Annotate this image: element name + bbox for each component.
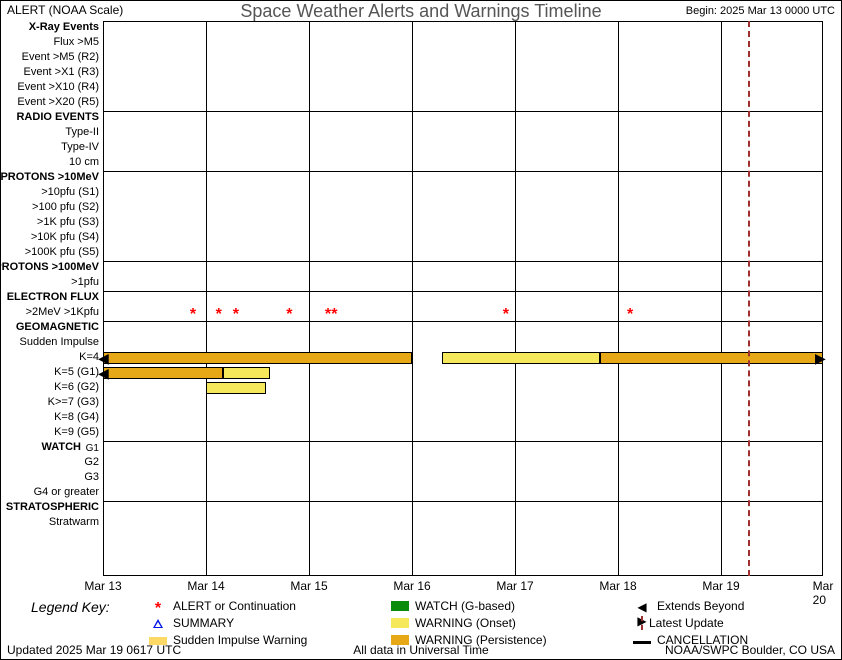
row-label: RADIO EVENTS — [16, 111, 99, 123]
header: ALERT (NOAA Scale) Space Weather Alerts … — [1, 3, 841, 21]
day-gridline — [515, 21, 516, 576]
footer-right: NOAA/SWPC Boulder, CO USA — [665, 643, 835, 657]
chart-title: Space Weather Alerts and Warnings Timeli… — [240, 1, 601, 22]
row-label: K>=7 (G3) — [48, 396, 99, 408]
warning-bar — [206, 382, 266, 394]
legend-item: *ALERT or Continuation — [149, 599, 296, 613]
row-label: Type-II — [65, 126, 99, 138]
legend-item: Latest Update — [633, 616, 724, 630]
warning-bar — [600, 352, 823, 364]
alert-icon: * — [627, 307, 633, 323]
alert-icon: * — [216, 307, 222, 323]
section-divider — [103, 321, 823, 322]
day-gridline — [618, 21, 619, 576]
row-label: Event >M5 (R2) — [22, 51, 99, 63]
row-label: >1pfu — [71, 276, 99, 288]
row-label: Event >X1 (R3) — [23, 66, 99, 78]
row-label: 10 cm — [69, 156, 99, 168]
legend-label: WARNING (Onset) — [415, 616, 516, 630]
row-label: G1 — [86, 443, 99, 454]
row-label: Sudden Impulse — [20, 336, 100, 348]
row-label: WATCH — [41, 441, 81, 453]
day-gridline — [721, 21, 722, 576]
alert-icon: * — [286, 307, 292, 323]
extends-right-icon: ▶ — [815, 351, 826, 365]
row-label: X-Ray Events — [29, 21, 99, 33]
row-label: G3 — [84, 471, 99, 483]
alert-icon: * — [233, 307, 239, 323]
alert-scale-label: ALERT (NOAA Scale) — [7, 3, 123, 17]
footer-updated: Updated 2025 Mar 19 0617 UTC — [7, 643, 181, 657]
row-label: >1K pfu (S3) — [37, 216, 99, 228]
alert-icon: * — [190, 307, 196, 323]
row-label: Flux >M5 — [53, 36, 99, 48]
x-tick-label: Mar 18 — [599, 579, 636, 593]
legend-item: ◀ ▶Extends Beyond — [633, 599, 744, 613]
warning-bar — [103, 367, 223, 379]
warning-bar — [442, 352, 601, 364]
row-label: G2 — [84, 456, 99, 468]
x-tick-label: Mar 17 — [496, 579, 533, 593]
day-gridline — [309, 21, 310, 576]
section-divider — [103, 111, 823, 112]
warning-bar — [223, 367, 270, 379]
extends-left-icon: ◀ — [98, 351, 109, 365]
row-label: Type-IV — [61, 141, 99, 153]
begin-label: Begin: 2025 Mar 13 0000 UTC — [686, 5, 835, 17]
legend-label: Sudden Impulse Warning — [173, 633, 307, 647]
x-tick-label: Mar 20 — [813, 579, 834, 607]
row-label: >100 pfu (S2) — [32, 201, 99, 213]
row-label: K=4 — [79, 351, 99, 363]
x-tick-label: Mar 19 — [702, 579, 739, 593]
row-label: K=6 (G2) — [54, 381, 99, 393]
section-divider — [103, 261, 823, 262]
day-gridline — [206, 21, 207, 576]
section-divider — [103, 291, 823, 292]
row-label: G4 or greater — [34, 486, 99, 498]
row-label: >10pfu (S1) — [41, 186, 99, 198]
row-label: Event >X10 (R4) — [17, 81, 99, 93]
legend-item: SUMMARY — [149, 616, 234, 630]
day-gridline — [412, 21, 413, 576]
plot-area — [103, 21, 823, 576]
legend-label: ALERT or Continuation — [173, 599, 296, 613]
warning-bar — [103, 352, 412, 364]
row-label: K=5 (G1) — [54, 366, 99, 378]
row-label: PROTONS >10MeV — [0, 171, 99, 183]
chart-container: ALERT (NOAA Scale) Space Weather Alerts … — [0, 0, 842, 660]
legend-label: Latest Update — [649, 616, 724, 630]
row-label: K=8 (G4) — [54, 411, 99, 423]
row-label: Stratwarm — [49, 516, 99, 528]
alert-icon: * — [503, 307, 509, 323]
x-tick-label: Mar 14 — [187, 579, 224, 593]
row-label: >10K pfu (S4) — [31, 231, 99, 243]
legend-label: SUMMARY — [173, 616, 234, 630]
row-label: >100K pfu (S5) — [25, 246, 99, 258]
extends-left-icon: ◀ — [98, 366, 109, 380]
legend-label: Extends Beyond — [657, 599, 744, 613]
row-label: >2MeV >1Kpfu — [26, 306, 99, 318]
row-label: GEOMAGNETIC — [16, 321, 99, 333]
row-label: STRATOSPHERIC — [6, 501, 99, 513]
latest-update-line — [748, 21, 750, 576]
x-tick-label: Mar 15 — [290, 579, 327, 593]
row-label: PROTONS >100MeV — [0, 261, 99, 273]
x-tick-label: Mar 13 — [84, 579, 121, 593]
footer-mid: All data in Universal Time — [353, 643, 488, 657]
legend-item: WATCH (G-based) — [391, 599, 515, 613]
row-label: Event >X20 (R5) — [17, 96, 99, 108]
legend-label: WATCH (G-based) — [415, 599, 515, 613]
alert-icon: * — [325, 307, 331, 323]
section-divider — [103, 171, 823, 172]
legend-item: WARNING (Onset) — [391, 616, 516, 630]
section-divider — [103, 441, 823, 442]
x-tick-label: Mar 16 — [393, 579, 430, 593]
section-divider — [103, 501, 823, 502]
row-label: K=9 (G5) — [54, 426, 99, 438]
alert-icon: * — [331, 307, 337, 323]
row-label: ELECTRON FLUX — [7, 291, 99, 303]
legend-title: Legend Key: — [31, 599, 110, 615]
